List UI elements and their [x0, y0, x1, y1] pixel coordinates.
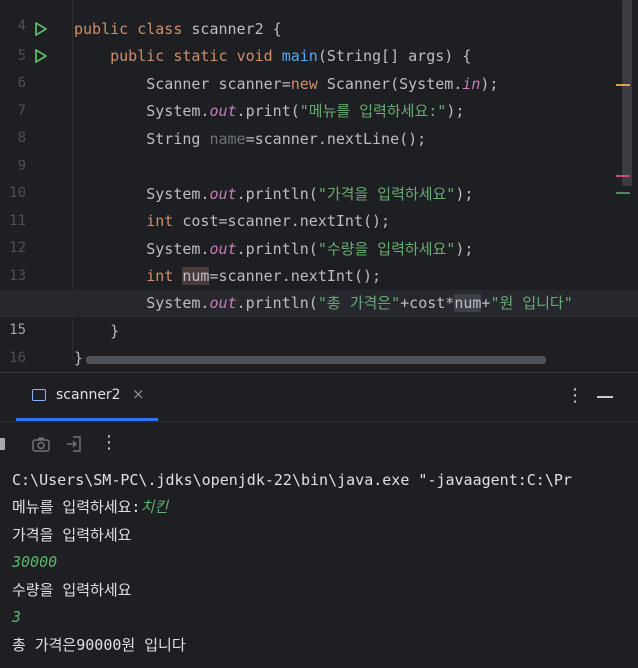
code-line[interactable]: 9 String name=scanner.nextLine(); — [0, 126, 638, 174]
camera-icon[interactable] — [32, 436, 50, 452]
console-line: 메뉴를 입력하세요:치킨 — [12, 498, 169, 516]
vertical-scrollbar[interactable] — [622, 0, 632, 186]
tab-scanner2[interactable]: scanner2 × — [16, 373, 158, 421]
code-line[interactable]: 4 — [0, 0, 638, 34]
run-main-icon[interactable] — [34, 49, 48, 63]
code-line[interactable]: 13 System.out.println("수량을 입력하세요"); — [0, 236, 638, 284]
tab-label: scanner2 — [56, 387, 121, 403]
run-class-icon[interactable] — [34, 22, 48, 36]
minimize-icon[interactable] — [597, 396, 613, 398]
console-command-line: C:\Users\SM-PC\.jdks\openjdk-22\bin\java… — [12, 471, 572, 489]
login-icon[interactable] — [65, 435, 83, 453]
more-actions-icon[interactable]: ⋮ — [100, 432, 118, 453]
code-line[interactable]: 8 System.out.print("메뉴를 입력하세요:"); — [0, 98, 638, 146]
console-line: 가격을 입력하세요 — [12, 526, 132, 544]
console-output[interactable]: C:\Users\SM-PC\.jdks\openjdk-22\bin\java… — [0, 465, 638, 668]
run-toolbar: ⋮ — [0, 421, 638, 466]
code-line[interactable]: 7 Scanner scanner=new Scanner(System.in)… — [0, 71, 638, 119]
close-icon[interactable]: × — [132, 385, 145, 403]
console-icon — [32, 389, 46, 401]
console-result: 총 가격은90000원 입니다 — [12, 636, 186, 654]
warning-marker[interactable] — [616, 84, 630, 86]
stop-icon[interactable] — [0, 438, 5, 450]
code-editor[interactable]: 4 5 public class scanner2 { 6 public sta… — [0, 0, 638, 372]
more-options-icon[interactable]: ⋮ — [566, 385, 584, 406]
code-line[interactable]: 6 public static void main(String[] args)… — [0, 43, 638, 91]
user-input: 3 — [12, 608, 22, 626]
error-marker[interactable] — [616, 175, 630, 177]
code-line[interactable]: 12 int cost=scanner.nextInt(); — [0, 208, 638, 256]
user-input: 30000 — [12, 553, 58, 571]
run-tool-window-header: scanner2 × ⋮ — [0, 373, 638, 421]
code-line[interactable]: 14 int num=scanner.nextInt(); — [0, 263, 638, 311]
code-line[interactable]: 10 — [0, 153, 638, 201]
code-line-current[interactable]: 15 System.out.println("총 가격은"+cost*num+"… — [0, 290, 638, 338]
user-input: 치킨 — [140, 498, 169, 516]
horizontal-scrollbar[interactable] — [86, 356, 546, 364]
code-line[interactable]: 16 } — [0, 318, 638, 366]
code-line[interactable]: 5 public class scanner2 { — [0, 16, 638, 64]
change-marker[interactable] — [616, 192, 630, 194]
console-line: 수량을 입력하세요 — [12, 581, 132, 599]
code-line[interactable]: 11 System.out.println("가격을 입력하세요"); — [0, 181, 638, 229]
